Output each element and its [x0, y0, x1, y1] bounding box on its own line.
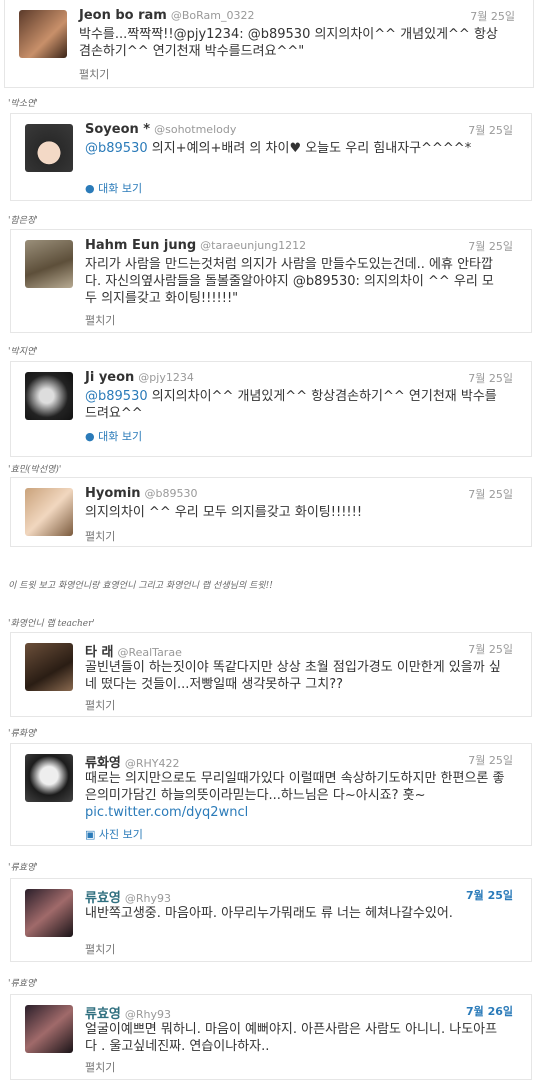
- tweet-text: 박수를...짝짝짝!!@pjy1234: @b89530 의지의차이^^ 개념있…: [79, 27, 498, 59]
- annotation-label: '함은정': [8, 216, 38, 226]
- user-name[interactable]: Soyeon *: [85, 122, 150, 137]
- user-name[interactable]: 류효영: [85, 891, 121, 906]
- user-handle[interactable]: @taraeunjung1212: [200, 239, 306, 252]
- expand-link[interactable]: 펼치기: [85, 941, 115, 957]
- tweet-text: @b89530 의지의차이^^ 개념있게^^ 항상겸손하기^^ 연기천재 박수를…: [85, 388, 505, 422]
- photo-icon: ▣: [85, 828, 96, 841]
- avatar[interactable]: [25, 1005, 73, 1053]
- avatar[interactable]: [25, 754, 73, 802]
- tweet-card[interactable]: Ji yeon @pjy1234 7월 25일 @b89530 의지의차이^^ 개…: [10, 361, 532, 457]
- user-name[interactable]: 류효영: [85, 1007, 121, 1022]
- timestamp[interactable]: 7월 25일: [468, 752, 513, 768]
- user-handle[interactable]: @Rhy93: [125, 892, 171, 905]
- user-handle[interactable]: @BoRam_0322: [171, 9, 255, 22]
- view-conversation-link[interactable]: ● 대화 보기: [85, 428, 142, 444]
- photo-link[interactable]: pic.twitter.com/dyq2wncl: [85, 805, 248, 820]
- user-name[interactable]: 류화영: [85, 756, 121, 771]
- view-conversation-label: 대화 보기: [98, 430, 143, 443]
- user-handle[interactable]: @Rhy93: [125, 1008, 171, 1021]
- annotation-label: '류효영': [8, 863, 38, 873]
- user-handle[interactable]: @RealTarae: [117, 646, 181, 659]
- expand-link[interactable]: 펼치기: [85, 528, 115, 544]
- tweet-text: @b89530 의지+예의+배려 의 차이♥ 오늘도 우리 힘내자구^^^^*: [85, 140, 505, 157]
- tweet-text: 의지의차이 ^^ 우리 모두 의지를갖고 화이팅!!!!!!: [85, 505, 363, 520]
- avatar[interactable]: [25, 240, 73, 288]
- tweet-text-content: 의지+예의+배려 의 차이♥ 오늘도 우리 힘내자구^^^^*: [151, 141, 472, 156]
- annotation-label: '류화영': [8, 729, 38, 739]
- tweet-card[interactable]: 류효영 @Rhy93 7월 26일 얼굴이예쁘면 뭐하니. 마음이 예뻐야지. 아…: [10, 994, 532, 1080]
- timestamp[interactable]: 7월 25일: [468, 370, 513, 386]
- avatar[interactable]: [25, 488, 73, 536]
- tweet-header: Soyeon * @sohotmelody: [85, 122, 236, 137]
- conversation-icon: ●: [85, 430, 95, 443]
- tweet-card[interactable]: 타 래 @RealTarae 7월 25일 골빈년들이 하는짓이야 똑같다지만 상…: [10, 632, 532, 717]
- annotation-label: 이 트윗 보고 화영언니랑 효영언니 그리고 화영언니 랩 선생님의 트윗!!: [8, 581, 273, 591]
- tweet-text: 내반쪽고생중. 마음아파. 아무리누가뭐래도 류 너는 헤쳐나갈수있어.: [85, 906, 453, 921]
- user-name[interactable]: Hahm Eun jung: [85, 238, 196, 253]
- tweet-header: 류화영 @RHY422: [85, 752, 180, 771]
- expand-link[interactable]: 펼치기: [85, 312, 115, 328]
- tweet-header: 류효영 @Rhy93: [85, 887, 171, 906]
- annotation-label: '류효영': [8, 979, 38, 989]
- annotation-label: '박소연': [8, 99, 38, 109]
- tweet-card[interactable]: 류효영 @Rhy93 7월 25일 내반쪽고생중. 마음아파. 아무리누가뭐래도 …: [10, 878, 532, 962]
- timestamp[interactable]: 7월 25일: [468, 122, 513, 138]
- avatar[interactable]: [25, 889, 73, 937]
- user-handle[interactable]: @sohotmelody: [154, 123, 236, 136]
- tweet-text: 골빈년들이 하는짓이야 똑같다지만 상상 초월 점입가경도 이만한게 있을까 싶…: [85, 660, 501, 692]
- mention-link[interactable]: @b89530: [85, 389, 148, 404]
- view-conversation-link[interactable]: ● 대화 보기: [85, 180, 142, 196]
- expand-link[interactable]: 펼치기: [85, 1059, 115, 1075]
- user-name[interactable]: Jeon bo ram: [79, 8, 167, 23]
- annotation-label: '화영언니 랩 teacher': [8, 619, 95, 629]
- mention-link[interactable]: @b89530: [85, 141, 148, 156]
- avatar[interactable]: [25, 372, 73, 420]
- avatar[interactable]: [25, 643, 73, 691]
- user-name[interactable]: 타 래: [85, 645, 113, 660]
- tweet-header: 류효영 @Rhy93: [85, 1003, 171, 1022]
- view-photo-link[interactable]: ▣ 사진 보기: [85, 826, 143, 842]
- conversation-icon: ●: [85, 182, 95, 195]
- tweet-card[interactable]: Soyeon * @sohotmelody 7월 25일 @b89530 의지+예…: [10, 113, 532, 201]
- view-photo-label: 사진 보기: [98, 828, 143, 841]
- tweet-text-content: 때로는 의지만으로도 무리일때가있다 이럴때면 속상하기도하지만 한편으론 좋은…: [85, 771, 505, 803]
- tweet-header: Jeon bo ram @BoRam_0322: [79, 8, 255, 23]
- tweet-text: 때로는 의지만으로도 무리일때가있다 이럴때면 속상하기도하지만 한편으론 좋은…: [85, 770, 505, 821]
- tweet-header: 타 래 @RealTarae: [85, 641, 182, 660]
- tweet-header: Hahm Eun jung @taraeunjung1212: [85, 238, 306, 253]
- timestamp[interactable]: 7월 25일: [470, 8, 515, 24]
- tweet-card[interactable]: Jeon bo ram @BoRam_0322 7월 25일 박수를...짝짝짝!…: [4, 0, 534, 88]
- user-handle[interactable]: @RHY422: [125, 757, 180, 770]
- tweet-text: 자리가 사람을 만드는것처럼 의지가 사람을 만들수도있는건데.. 에휴 안타깝…: [85, 257, 494, 306]
- user-handle[interactable]: @b89530: [145, 487, 198, 500]
- view-conversation-label: 대화 보기: [98, 182, 143, 195]
- user-name[interactable]: Ji yeon: [85, 370, 134, 385]
- user-name[interactable]: Hyomin: [85, 486, 141, 501]
- expand-link[interactable]: 펼치기: [85, 697, 115, 713]
- tweet-card[interactable]: Hahm Eun jung @taraeunjung1212 7월 25일 자리가…: [10, 229, 532, 333]
- tweet-card[interactable]: 류화영 @RHY422 7월 25일 때로는 의지만으로도 무리일때가있다 이럴때…: [10, 743, 532, 846]
- timestamp[interactable]: 7월 25일: [466, 887, 513, 903]
- user-handle[interactable]: @pjy1234: [138, 371, 194, 384]
- avatar[interactable]: [25, 124, 73, 172]
- tweet-text: 얼굴이예쁘면 뭐하니. 마음이 예뻐야지. 아픈사람은 사람도 아니니. 나도아…: [85, 1022, 498, 1054]
- timestamp[interactable]: 7월 25일: [468, 238, 513, 254]
- timestamp[interactable]: 7월 26일: [466, 1003, 513, 1019]
- annotation-label: '효민(박선영)': [8, 465, 62, 475]
- timestamp[interactable]: 7월 25일: [468, 641, 513, 657]
- annotation-label: '박지연': [8, 347, 38, 357]
- tweet-card[interactable]: Hyomin @b89530 7월 25일 의지의차이 ^^ 우리 모두 의지를갖…: [10, 477, 532, 547]
- timestamp[interactable]: 7월 25일: [468, 486, 513, 502]
- avatar[interactable]: [19, 10, 67, 58]
- expand-link[interactable]: 펼치기: [79, 66, 109, 82]
- tweet-header: Ji yeon @pjy1234: [85, 370, 194, 385]
- tweet-header: Hyomin @b89530: [85, 486, 198, 501]
